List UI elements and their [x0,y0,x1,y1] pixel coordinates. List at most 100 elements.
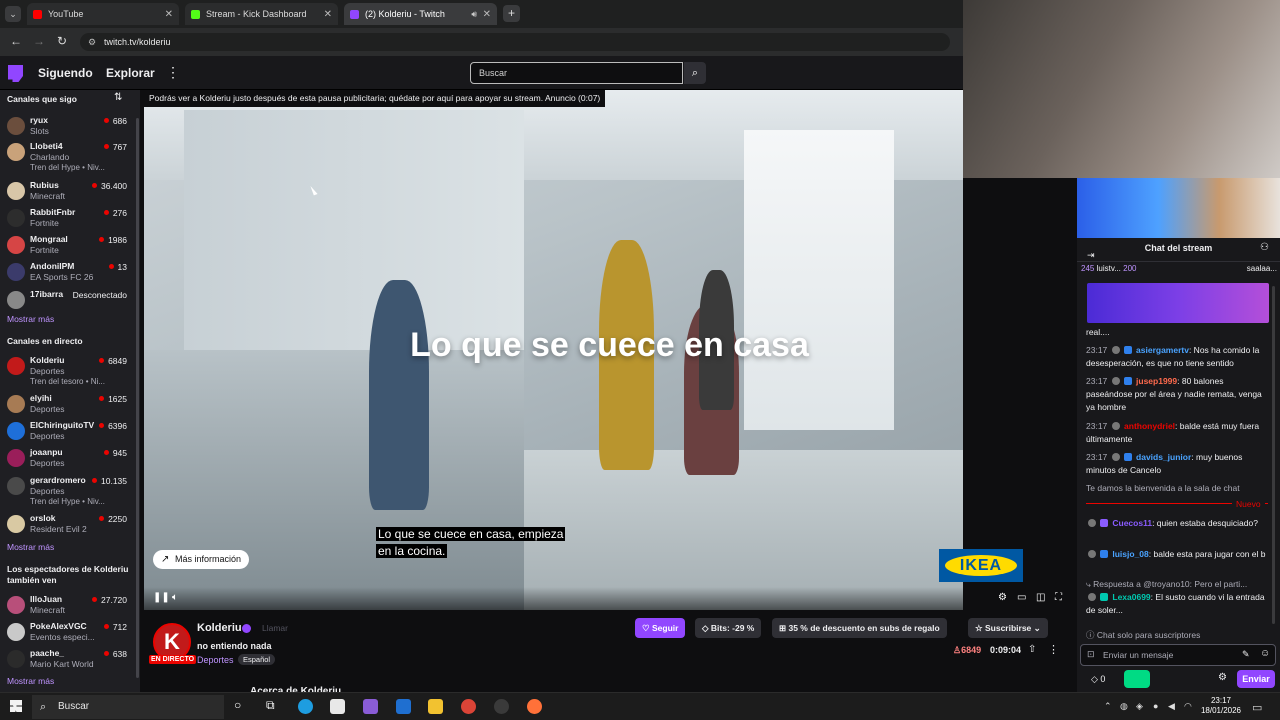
captions-icon[interactable]: ▭ [1017,592,1026,603]
store-icon[interactable] [330,699,345,714]
taskbar-clock[interactable]: 23:17 18/01/2026 [1200,696,1242,716]
obs-icon[interactable] [494,699,509,714]
tray-chevron-icon[interactable]: ⌃ [1104,701,1112,712]
sidebar-channel[interactable]: Rubius Minecraft 36.400 [0,179,130,205]
visual-studio-icon[interactable] [363,699,378,714]
chat-username[interactable]: anthonydriel [1124,421,1175,431]
notifications-icon[interactable]: ▭ [1252,701,1262,714]
volume-icon[interactable]: 🔈︎ [172,592,178,603]
chat-username[interactable]: Cuecos11 [1112,518,1152,528]
show-more-link[interactable]: Mostrar más [7,542,54,552]
tab-youtube[interactable]: YouTube ✕ [27,3,179,25]
url-field[interactable]: ⚙ twitch.tv/kolderiu [80,33,950,51]
more-options-icon[interactable]: ⋮ [1048,643,1059,656]
gifter-name[interactable]: saalaa... [1247,264,1277,273]
sidebar-channel[interactable]: Mongraal Fortnite 1986 [0,233,130,259]
sidebar-channel[interactable]: paache_ Mario Kart World 638 [0,647,130,673]
chrome-icon[interactable] [461,699,476,714]
sidebar-channel[interactable]: RabbitFnbr Fortnite 276 [0,206,130,232]
new-tab-button[interactable]: + [503,5,520,22]
collapse-chat-icon[interactable]: ⇥ [1087,250,1095,261]
chat-message-truncated: real.... [1086,327,1110,337]
pause-icon[interactable]: ❚❚ [153,592,170,603]
viewer-count-value: 6849 [961,645,982,655]
chat-username[interactable]: jusep1999 [1136,376,1177,386]
sidebar-channel[interactable]: ElChiringuitoTV Deportes 6396 [0,419,130,445]
chat-username[interactable]: Lexa0699 [1112,592,1150,602]
search-input[interactable]: Buscar [470,62,683,84]
task-view-icon[interactable]: ⧉ [266,698,275,713]
tab-twitch[interactable]: (2) Kolderiu - Twitch 🔊︎ ✕ [344,3,497,25]
show-more-link[interactable]: Mostrar más [7,676,54,686]
settings-gear-icon[interactable]: ⚙ [998,592,1007,603]
cortana-icon[interactable]: ○ [234,698,241,712]
file-explorer-icon[interactable] [428,699,443,714]
network-icon[interactable]: ◈ [1136,701,1143,712]
nav-explore[interactable]: Explorar [106,66,155,80]
sidebar-channel[interactable]: orslok Resident Evil 2 2250 [0,512,130,538]
chat-username[interactable]: luisjo_08 [1112,549,1148,559]
firefox-icon[interactable] [527,699,542,714]
channel-name[interactable]: Kolderiu [197,622,242,634]
close-icon[interactable]: ✕ [165,9,173,20]
sidebar-channel[interactable]: Kolderiu Deportes Tren del tesoro • Ni..… [0,354,130,390]
close-icon[interactable]: ✕ [324,9,332,20]
call-button[interactable]: Llamar [262,623,288,633]
sidebar-channel[interactable]: elyihi Deportes 1625 [0,392,130,418]
tab-search-chevron-icon[interactable]: ⌄ [5,6,21,22]
reload-icon[interactable]: ↻ [57,34,67,48]
edge-icon[interactable] [298,699,313,714]
chat-scrollbar[interactable] [1272,286,1275,624]
close-icon[interactable]: ✕ [483,9,491,20]
show-more-link[interactable]: Mostrar más [7,314,54,324]
tray-app-icon[interactable]: ◍ [1120,701,1128,712]
search-icon[interactable]: ⌕ [684,62,706,84]
language-tag[interactable]: Español [238,654,276,665]
smiley-icon[interactable]: ☺ [1260,648,1270,659]
sidebar-channel[interactable]: 17ibarra Desconectado [0,288,130,314]
back-arrow-icon[interactable]: ← [10,34,22,48]
sidebar-channel[interactable]: PokeAlexVGC Eventos especi... 712 [0,620,130,646]
sidebar-channel[interactable]: ryux Slots 686 [0,114,130,140]
sidebar-channel[interactable]: Llobeti4 Charlando Tren del Hype • Niv..… [0,140,130,176]
site-info-icon[interactable]: ⚙ [88,33,96,51]
more-info-button[interactable]: ↗ Más información [153,550,250,569]
chat-username[interactable]: davids_junior [1136,452,1191,462]
follow-button[interactable]: ♡ Seguir [635,618,686,638]
emote-picker-icon[interactable]: ⊡ [1087,649,1095,660]
sidebar-channel[interactable]: joaanpu Deportes 945 [0,446,130,472]
windows-start-icon[interactable] [10,700,22,712]
mail-icon[interactable] [396,699,411,714]
tab-kick-dashboard[interactable]: Stream - Kick Dashboard ✕ [185,3,338,25]
chat-settings-icon[interactable]: ⚙ [1218,672,1227,683]
chat-username[interactable]: asiergamertv [1136,345,1189,355]
nav-following[interactable]: Siguendo [38,66,93,80]
wifi-icon[interactable]: ◠ [1184,701,1192,712]
sidebar-channel[interactable]: IlloJuan Minecraft 27.720 [0,593,130,619]
forward-arrow-icon[interactable]: → [33,34,45,48]
speaker-icon[interactable]: 🔊︎ [471,9,477,20]
send-button[interactable]: Enviar [1237,670,1275,688]
taskbar-search[interactable]: ⌕ Buscar [32,695,224,719]
theatre-mode-icon[interactable]: ◫ [1036,592,1045,603]
fullscreen-icon[interactable]: ⛶ [1055,592,1062,603]
more-options-icon[interactable]: ⋮ [166,64,180,81]
community-icon[interactable]: ⚇ [1260,242,1269,253]
microphone-icon[interactable]: ● [1153,701,1158,711]
volume-icon[interactable]: ◀ [1168,701,1175,712]
sidebar-scrollbar[interactable] [136,118,139,678]
twitch-logo-icon[interactable] [8,65,23,82]
sort-icon[interactable]: ⇅ [114,92,122,103]
bits-button[interactable]: ◇ Bits: -29 % [695,618,762,638]
bits-balance[interactable]: ◇ 0 [1091,674,1105,685]
stream-category-link[interactable]: Deportes [197,655,234,665]
subscribe-button[interactable]: ☆ Suscribirse ⌄ [968,618,1048,638]
sidebar-channel[interactable]: AndoniIPM EA Sports FC 26 13 [0,260,130,286]
gift-subs-button[interactable]: ⊞ 35 % de descuento en subs de regalo [772,618,947,638]
gifter-name[interactable]: luistv... [1097,264,1121,273]
share-icon[interactable]: ⇧ [1028,644,1036,655]
reply-to-text[interactable]: Respuesta a @troyano10: Pero el parti... [1093,579,1247,589]
gift-icon[interactable] [1124,670,1150,688]
voice-effects-icon[interactable]: ✎ [1242,649,1250,660]
sidebar-channel[interactable]: gerardromero Deportes Tren del Hype • Ni… [0,474,130,510]
